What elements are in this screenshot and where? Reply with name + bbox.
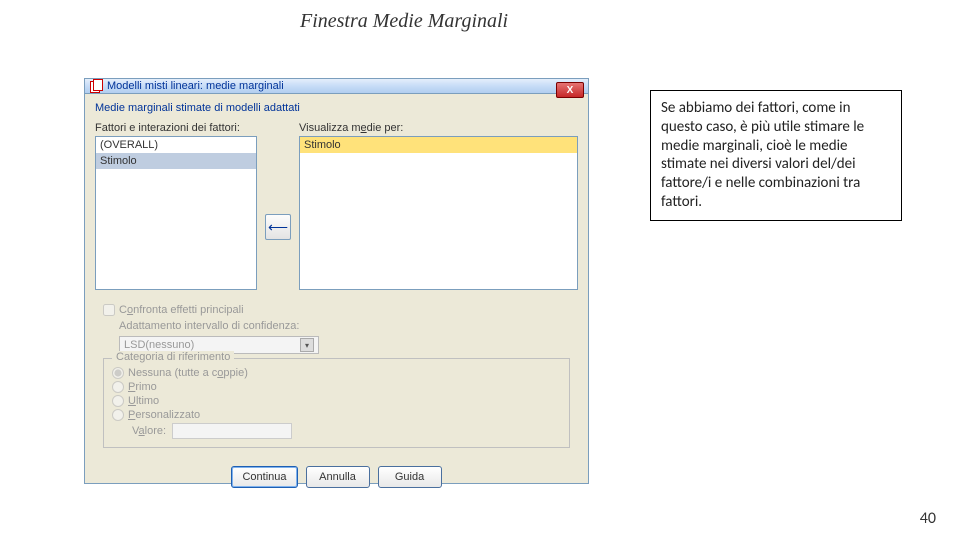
reference-category-group: Categoria di riferimento Nessuna (tutte …	[103, 358, 570, 448]
radio-option-last: Ultimo	[112, 395, 561, 407]
list-item[interactable]: Stimolo	[96, 153, 256, 169]
radio-option-none: Nessuna (tutte a coppie)	[112, 367, 561, 379]
right-list-label: Visualizza medie per:	[299, 122, 578, 134]
custom-value-row: Valore:	[132, 423, 561, 439]
radio-none	[112, 367, 124, 379]
continue-button[interactable]: Continua	[231, 466, 297, 488]
annotation-box: Se abbiamo dei fattori, come in questo c…	[650, 90, 902, 221]
ci-label: Adattamento intervallo di confidenza:	[119, 320, 570, 332]
value-label: Valore:	[132, 425, 166, 437]
dialog-title: Modelli misti lineari: medie marginali	[107, 80, 584, 92]
right-column: Visualizza medie per: Stimolo	[299, 122, 578, 290]
close-icon: X	[567, 85, 574, 96]
radio-label: Ultimo	[128, 395, 159, 407]
radio-option-custom: Personalizzato	[112, 409, 561, 421]
chevron-down-icon: ▾	[300, 338, 314, 352]
radio-option-first: Primo	[112, 381, 561, 393]
section-heading: Medie marginali stimate di modelli adatt…	[95, 102, 578, 116]
radio-label: Personalizzato	[128, 409, 200, 421]
ci-subfield: Adattamento intervallo di confidenza: LS…	[119, 320, 570, 354]
radio-last	[112, 395, 124, 407]
factors-row: Fattori e interazioni dei fattori: (OVER…	[95, 122, 578, 290]
dialog-window: Modelli misti lineari: medie marginali X…	[84, 78, 589, 484]
compare-checkbox-label: Confronta effetti principali	[119, 304, 244, 316]
dialog-button-row: Continua Annulla Guida	[85, 460, 588, 496]
left-list-label: Fattori e interazioni dei fattori:	[95, 122, 257, 134]
page-number: 40	[920, 509, 936, 528]
display-means-listbox[interactable]: Stimolo	[299, 136, 578, 290]
radio-label: Primo	[128, 381, 157, 393]
radio-label: Nessuna (tutte a coppie)	[128, 367, 248, 379]
titlebar[interactable]: Modelli misti lineari: medie marginali X	[85, 79, 588, 94]
radio-custom	[112, 409, 124, 421]
slide-title: Finestra Medie Marginali	[300, 10, 508, 33]
cancel-button[interactable]: Annulla	[306, 466, 370, 488]
middle-column: ⟵	[265, 122, 291, 290]
move-left-button[interactable]: ⟵	[265, 214, 291, 240]
list-item[interactable]: (OVERALL)	[96, 137, 256, 153]
close-button[interactable]: X	[556, 82, 584, 98]
list-item[interactable]: Stimolo	[300, 137, 577, 153]
factors-listbox[interactable]: (OVERALL) Stimolo	[95, 136, 257, 290]
compare-checkbox-row[interactable]: Confronta effetti principali	[103, 304, 570, 316]
radio-first	[112, 381, 124, 393]
custom-value-input	[172, 423, 292, 439]
help-button[interactable]: Guida	[378, 466, 442, 488]
compare-checkbox[interactable]	[103, 304, 115, 316]
left-column: Fattori e interazioni dei fattori: (OVER…	[95, 122, 257, 290]
reference-category-title: Categoria di riferimento	[112, 351, 234, 363]
ci-value: LSD(nessuno)	[124, 339, 194, 351]
compare-group: Confronta effetti principali Adattamento…	[95, 300, 578, 454]
app-icon	[89, 79, 103, 93]
arrow-left-icon: ⟵	[268, 219, 288, 236]
dialog-body: Medie marginali stimate di modelli adatt…	[85, 94, 588, 460]
